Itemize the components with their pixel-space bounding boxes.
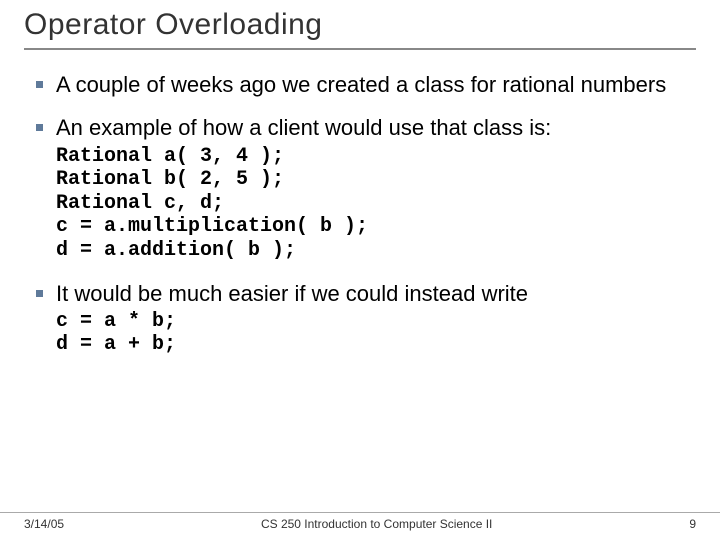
bullet-item: An example of how a client would use tha… — [34, 115, 696, 262]
slide-title: Operator Overloading — [24, 8, 696, 50]
footer-course: CS 250 Introduction to Computer Science … — [64, 517, 689, 531]
bullet-text: A couple of weeks ago we created a class… — [56, 72, 666, 97]
bullet-list: A couple of weeks ago we created a class… — [24, 72, 696, 357]
footer-page-number: 9 — [689, 517, 696, 531]
code-block: c = a * b; d = a + b; — [56, 310, 696, 357]
bullet-text: It would be much easier if we could inst… — [56, 281, 528, 306]
bullet-item: It would be much easier if we could inst… — [34, 281, 696, 357]
code-block: Rational a( 3, 4 ); Rational b( 2, 5 ); … — [56, 145, 696, 263]
slide-footer: 3/14/05 CS 250 Introduction to Computer … — [0, 512, 720, 534]
bullet-item: A couple of weeks ago we created a class… — [34, 72, 696, 97]
bullet-text: An example of how a client would use tha… — [56, 115, 551, 140]
footer-date: 3/14/05 — [24, 517, 64, 531]
